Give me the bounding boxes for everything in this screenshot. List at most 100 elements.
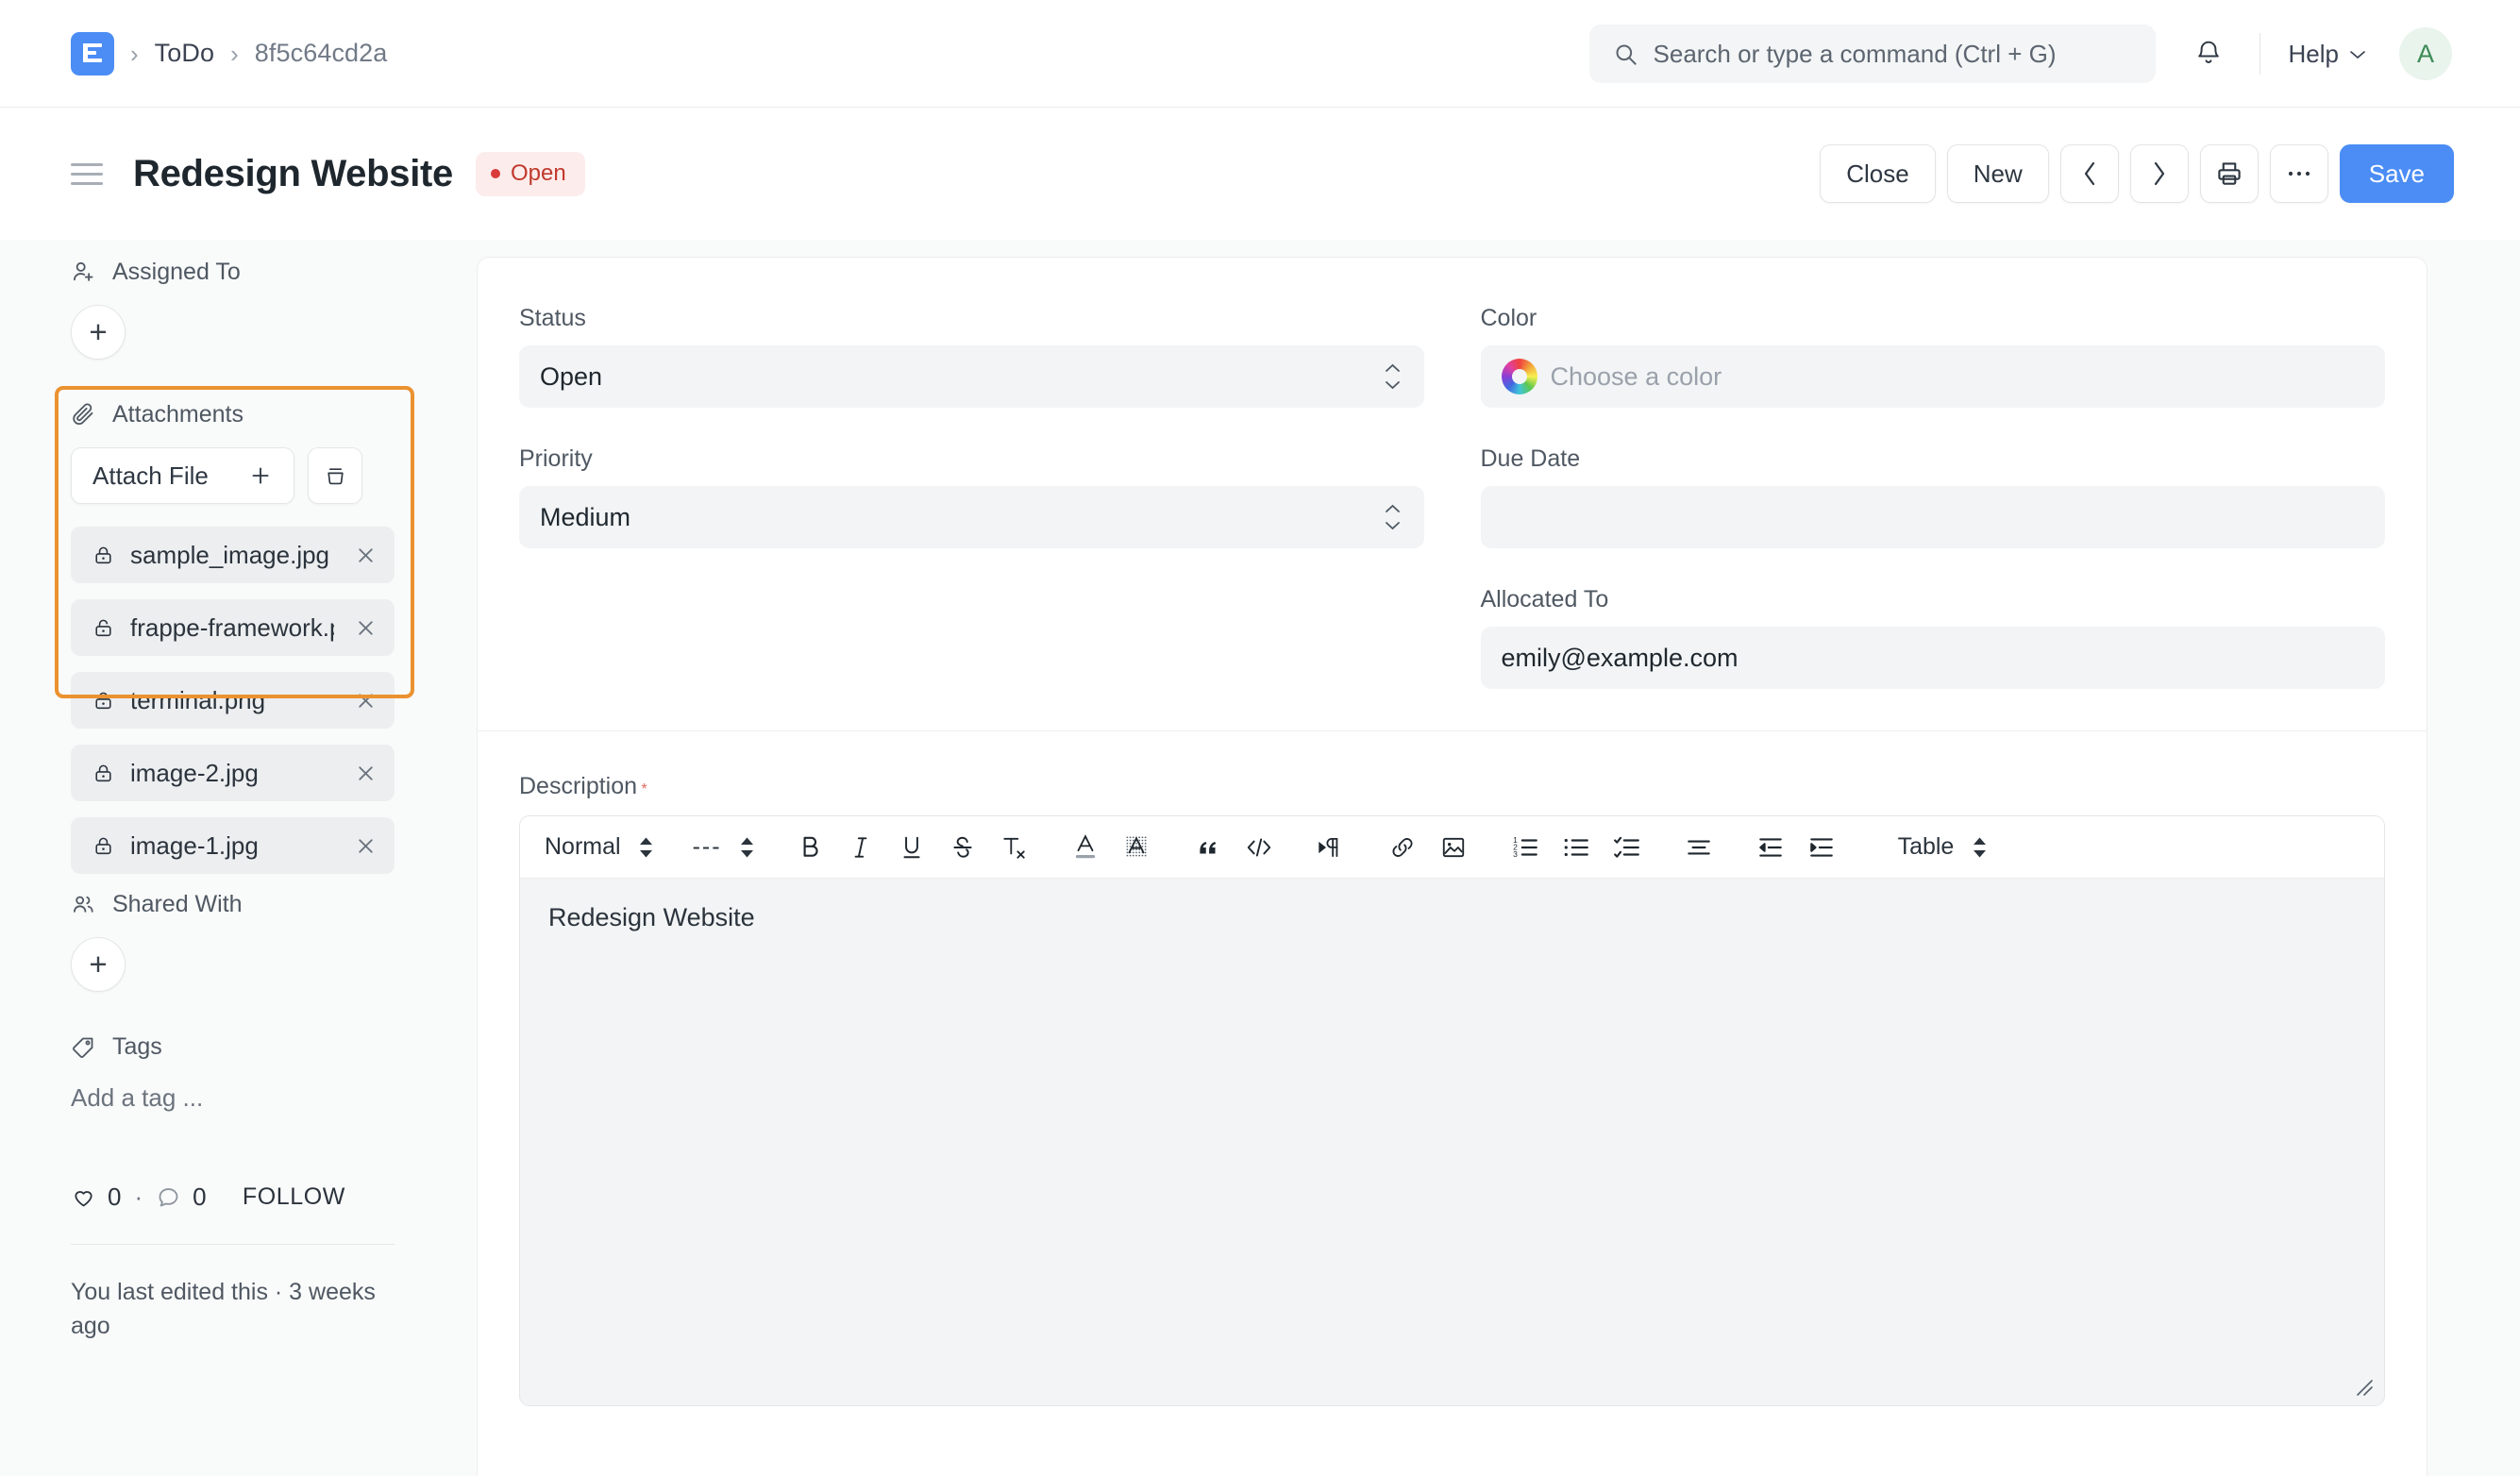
add-assignee-button[interactable]: +	[71, 305, 126, 360]
form-column-left: Status Open Priority Medium	[519, 305, 1424, 727]
breadcrumb-item-docid[interactable]: 8f5c64cd2a	[255, 39, 388, 68]
remove-attachment-icon[interactable]	[349, 616, 381, 640]
underline-icon[interactable]	[886, 825, 937, 870]
follow-button[interactable]: FOLLOW	[243, 1183, 395, 1211]
due-date-label: Due Date	[1480, 445, 1581, 472]
allocated-to-input[interactable]: emily@example.com	[1480, 627, 2385, 689]
sidebar-divider	[71, 1244, 395, 1245]
resize-handle-icon[interactable]	[2354, 1377, 2375, 1398]
plus-icon: +	[89, 314, 108, 349]
search-icon	[1613, 42, 1638, 67]
due-date-input[interactable]	[1480, 486, 2385, 548]
bullet-list-icon[interactable]	[1551, 825, 1602, 870]
field-priority: Priority Medium	[519, 445, 1424, 548]
more-options-button[interactable]	[2269, 144, 2328, 203]
font-color-icon[interactable]	[1060, 825, 1111, 870]
lock-open-icon[interactable]	[92, 689, 115, 713]
description-textarea[interactable]: Redesign Website	[520, 879, 2384, 1405]
notification-bell-icon[interactable]	[2178, 24, 2239, 84]
help-label: Help	[2288, 39, 2339, 68]
code-block-icon[interactable]	[1234, 825, 1285, 870]
remove-attachment-icon[interactable]	[349, 762, 381, 785]
add-tag-input[interactable]: Add a tag ...	[71, 1083, 477, 1113]
checklist-icon[interactable]	[1602, 825, 1653, 870]
attach-file-button[interactable]: Attach File	[71, 447, 294, 504]
new-button[interactable]: New	[1946, 144, 2049, 203]
list-item[interactable]: image-1.jpg	[71, 817, 395, 874]
search-input[interactable]: Search or type a command (Ctrl + G)	[1588, 25, 2156, 83]
last-edited-text: You last edited this · 3 weeks ago	[71, 1279, 376, 1340]
field-color: Color Choose a color	[1480, 305, 2385, 408]
plus-icon: +	[89, 947, 108, 981]
align-icon[interactable]	[1673, 825, 1724, 870]
table-menu[interactable]: Table	[1889, 825, 1964, 870]
paragraph-style-chevrons-icon[interactable]	[630, 825, 663, 870]
font-style-select[interactable]: ---	[683, 825, 731, 870]
attachments-label: Attachments	[112, 401, 244, 428]
blockquote-icon[interactable]	[1183, 825, 1234, 870]
top-navbar: › ToDo › 8f5c64cd2a Search or type a com…	[0, 0, 2520, 108]
color-placeholder: Choose a color	[1550, 361, 1722, 391]
lock-open-icon[interactable]	[92, 616, 115, 640]
list-item[interactable]: sample_image.jpg	[71, 527, 395, 583]
sidebar-toggle-icon[interactable]	[71, 155, 109, 193]
status-badge[interactable]: Open	[476, 151, 585, 196]
like-count: 0	[108, 1182, 122, 1211]
paragraph-style-select[interactable]: Normal	[535, 825, 630, 870]
indent-icon[interactable]	[1796, 825, 1847, 870]
list-item[interactable]: image-2.jpg	[71, 745, 395, 801]
strikethrough-icon[interactable]	[937, 825, 988, 870]
link-icon[interactable]	[1377, 825, 1428, 870]
plus-icon	[248, 463, 273, 488]
chevron-updown-icon	[1384, 363, 1402, 390]
attach-file-label: Attach File	[92, 461, 209, 490]
list-item[interactable]: terminal.png	[71, 672, 395, 729]
field-due-date: Due Date	[1480, 445, 2385, 548]
image-icon[interactable]	[1428, 825, 1479, 870]
sidebar-section-attachments: Attachments Attach File sample_image.jpg…	[71, 401, 477, 874]
prev-button[interactable]	[2059, 144, 2119, 203]
table-chevrons-icon[interactable]	[1963, 825, 1995, 870]
sidebar-stats-row: 0 · 0 FOLLOW	[71, 1182, 395, 1212]
status-select[interactable]: Open	[519, 345, 1424, 408]
priority-select[interactable]: Medium	[519, 486, 1424, 548]
editor-toolbar: Normal --- 1 2 3 Table	[520, 816, 2384, 879]
color-picker-input[interactable]: Choose a color	[1480, 345, 2385, 408]
save-button[interactable]: Save	[2339, 144, 2454, 203]
page-header-actions: Close New Save	[1820, 144, 2454, 203]
italic-icon[interactable]	[835, 825, 886, 870]
lock-closed-icon[interactable]	[92, 762, 115, 785]
help-menu[interactable]: Help	[2281, 34, 2375, 75]
text-direction-icon[interactable]	[1305, 825, 1356, 870]
app-logo-icon[interactable]	[71, 31, 114, 75]
attachment-library-button[interactable]	[308, 447, 362, 504]
next-button[interactable]	[2129, 144, 2189, 203]
search-placeholder: Search or type a command (Ctrl + G)	[1653, 39, 2057, 68]
heart-icon[interactable]	[71, 1184, 96, 1210]
highlight-color-icon[interactable]	[1111, 825, 1162, 870]
add-shared-user-button[interactable]: +	[71, 937, 126, 992]
bold-icon[interactable]	[784, 825, 835, 870]
ordered-list-icon[interactable]: 123	[1500, 825, 1551, 870]
archive-box-icon	[324, 464, 347, 488]
lock-closed-icon[interactable]	[92, 834, 115, 858]
comment-icon[interactable]	[156, 1184, 181, 1210]
lock-closed-icon[interactable]	[92, 544, 115, 567]
page-header-left: Redesign Website Open	[0, 151, 585, 196]
print-icon[interactable]	[2199, 144, 2259, 203]
avatar[interactable]: A	[2399, 27, 2452, 80]
remove-attachment-icon[interactable]	[349, 544, 381, 567]
close-button[interactable]: Close	[1820, 144, 1936, 203]
breadcrumb-item-todo[interactable]: ToDo	[155, 39, 214, 68]
field-allocated-to: Allocated To emily@example.com	[1480, 586, 2385, 689]
font-style-chevrons-icon[interactable]	[731, 825, 764, 870]
attachment-file-name: sample_image.jpg	[130, 540, 330, 569]
form-sidebar: Assigned To + Attachments Attach File sa…	[0, 240, 477, 1476]
attachments-controls: Attach File	[71, 447, 477, 504]
list-item[interactable]: frappe-framework.png	[71, 599, 395, 656]
outdent-icon[interactable]	[1745, 825, 1796, 870]
remove-attachment-icon[interactable]	[349, 834, 381, 858]
avatar-initial: A	[2416, 39, 2434, 68]
clear-format-icon[interactable]	[988, 825, 1039, 870]
remove-attachment-icon[interactable]	[349, 689, 381, 713]
